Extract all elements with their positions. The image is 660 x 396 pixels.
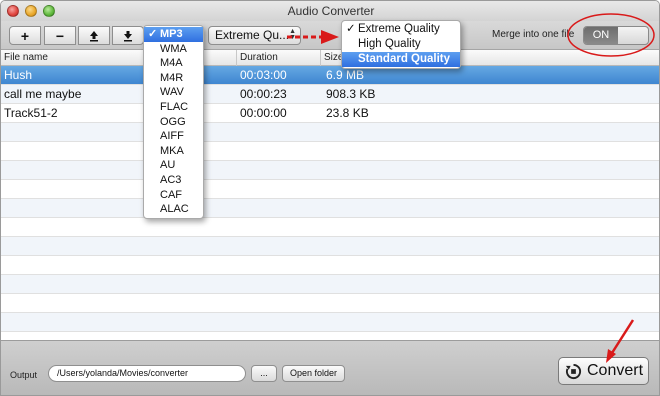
table-row[interactable] (1, 123, 659, 142)
move-up-button[interactable] (78, 26, 110, 45)
window-title: Audio Converter (287, 4, 375, 18)
minus-icon: − (55, 27, 65, 44)
format-option-m4r[interactable]: M4R (144, 71, 203, 86)
quality-option-label: Standard Quality (358, 53, 451, 65)
table-row[interactable] (1, 256, 659, 275)
table-row[interactable] (1, 313, 659, 332)
format-option-label: CAF (160, 188, 182, 201)
table-row[interactable] (1, 237, 659, 256)
file-table: File name Duration Size Hush 00:03:00 6.9 … (1, 50, 659, 340)
table-row[interactable] (1, 180, 659, 199)
merge-toggle-state: ON (584, 27, 618, 44)
quality-option-label: Extreme Quality (358, 23, 440, 35)
quality-select[interactable]: Extreme Qu... ▲ ▼ (208, 26, 301, 45)
audio-converter-window: Audio Converter + − Extreme Qu... ▲ ▼ Mer… (0, 0, 660, 396)
table-row[interactable] (1, 161, 659, 180)
download-icon (124, 30, 132, 41)
duration-cell: 00:00:00 (240, 106, 287, 120)
duration-cell: 00:00:23 (240, 87, 287, 101)
table-body: Hush 00:03:00 6.9 MB call me maybe 00:00:23 9… (1, 66, 659, 332)
format-option-wma[interactable]: WMA (144, 42, 203, 57)
format-option-label: FLAC (160, 100, 189, 113)
convert-button[interactable]: Convert (558, 357, 649, 385)
remove-button[interactable]: − (44, 26, 76, 45)
format-option-caf[interactable]: CAF (144, 188, 203, 203)
format-option-label: MKA (160, 144, 184, 157)
title-bar: Audio Converter (1, 1, 659, 21)
quality-select-value: Extreme Qu... (215, 28, 290, 42)
table-row[interactable] (1, 294, 659, 313)
quality-option-label: High Quality (358, 38, 421, 50)
column-header-duration[interactable]: Duration (237, 50, 321, 66)
format-option-alac[interactable]: ALAC (144, 202, 203, 217)
open-folder-button[interactable]: Open folder (282, 365, 345, 382)
toolbar: + − Extreme Qu... ▲ ▼ Merge into one file… (1, 21, 659, 50)
plus-icon: + (20, 27, 30, 44)
bottom-bar: Output /Users/yolanda/Movies/converter .… (1, 340, 659, 395)
table-row[interactable] (1, 275, 659, 294)
close-window-button[interactable] (7, 5, 19, 17)
checkmark-icon: ✓ (346, 23, 356, 35)
format-option-label: M4A (160, 57, 183, 70)
size-cell: 23.8 KB (326, 106, 369, 120)
format-option-ac3[interactable]: AC3 (144, 173, 203, 188)
format-option-label: ALAC (160, 203, 189, 216)
format-option-label: AC3 (160, 173, 182, 186)
format-option-label: AIFF (160, 130, 184, 143)
format-option-ogg[interactable]: OGG (144, 115, 203, 130)
convert-icon (565, 363, 582, 379)
quality-menu: ✓ Extreme Quality High Quality Standard Qua… (341, 20, 461, 69)
table-row[interactable]: Hush 00:03:00 6.9 MB (1, 66, 659, 85)
merge-toggle[interactable]: ON (583, 26, 649, 45)
move-down-button[interactable] (112, 26, 144, 45)
output-label: Output (10, 370, 38, 380)
format-menu: ✓ MP3 WMA M4A M4R WAV FLAC OGG AIFF MKA AU AC3 CAF AL… (143, 25, 204, 219)
upload-icon (90, 30, 98, 41)
quality-option-extreme-quality[interactable]: ✓ Extreme Quality (342, 22, 460, 37)
format-option-flac[interactable]: FLAC (144, 100, 203, 115)
quality-option-high-quality[interactable]: High Quality (342, 37, 460, 52)
table-row[interactable] (1, 142, 659, 161)
minimize-window-button[interactable] (25, 5, 37, 17)
checkmark-icon: ✓ (148, 28, 158, 40)
table-row[interactable] (1, 218, 659, 237)
format-option-aiff[interactable]: AIFF (144, 129, 203, 144)
format-option-label: WAV (160, 86, 184, 99)
table-row[interactable]: Track51-2 00:00:00 23.8 KB (1, 104, 659, 123)
format-option-mka[interactable]: MKA (144, 144, 203, 159)
format-option-au[interactable]: AU (144, 158, 203, 173)
zoom-window-button[interactable] (43, 5, 55, 17)
duration-cell: 00:03:00 (240, 68, 287, 82)
format-option-label: M4R (160, 71, 184, 84)
table-row[interactable]: call me maybe 00:00:23 908.3 KB (1, 85, 659, 104)
quality-option-standard-quality[interactable]: Standard Quality (342, 52, 460, 67)
select-arrows-icon: ▲ ▼ (289, 28, 296, 41)
format-option-label: OGG (160, 115, 186, 128)
browse-button[interactable]: ... (251, 365, 277, 382)
format-option-mp3[interactable]: ✓ MP3 (144, 27, 203, 42)
table-header: File name Duration Size (1, 50, 659, 66)
table-row[interactable] (1, 199, 659, 218)
add-button[interactable]: + (9, 26, 41, 45)
format-option-wav[interactable]: WAV (144, 85, 203, 100)
convert-label: Convert (587, 362, 644, 379)
format-option-label: MP3 (160, 28, 183, 40)
size-cell: 908.3 KB (326, 87, 376, 101)
output-path-field[interactable]: /Users/yolanda/Movies/converter (48, 365, 246, 382)
format-option-m4a[interactable]: M4A (144, 56, 203, 71)
format-option-label: AU (160, 159, 176, 172)
merge-label: Merge into one file (492, 29, 575, 40)
format-option-label: WMA (160, 42, 187, 55)
